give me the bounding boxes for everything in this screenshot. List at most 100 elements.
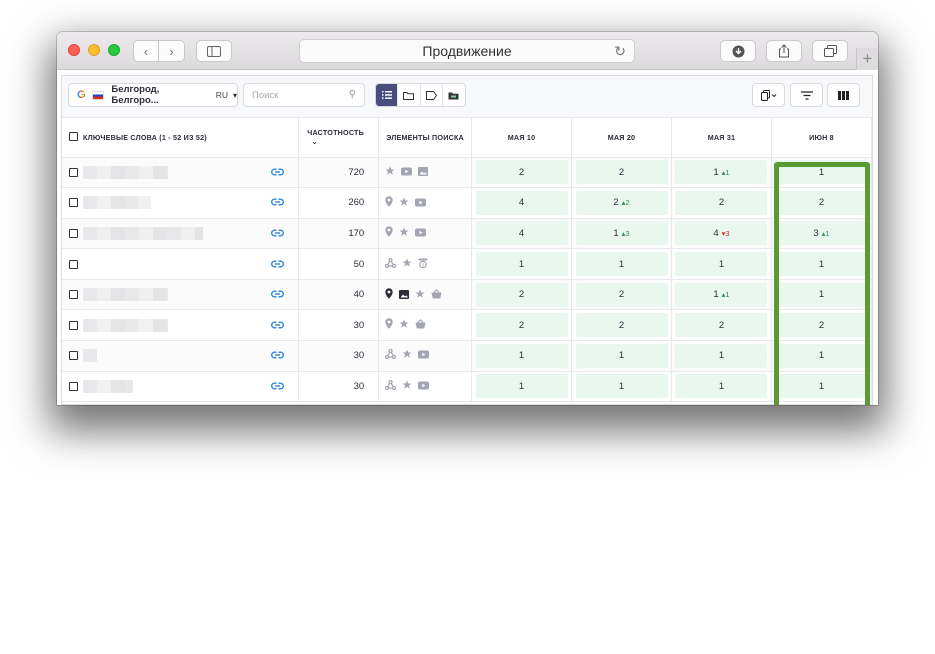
position-value[interactable]: 2 (475, 282, 568, 307)
position-value[interactable]: 3 ▴1 (775, 221, 868, 246)
position-value[interactable]: 2 ▴2 (575, 190, 668, 215)
view-groups-button[interactable] (443, 84, 465, 106)
downloads-button[interactable] (720, 40, 756, 62)
sort-chevron-down-icon[interactable]: ⌄ (311, 137, 318, 146)
position-cell: 1 (771, 157, 873, 189)
close-window-button[interactable] (68, 44, 80, 56)
position-value[interactable]: 2 (575, 282, 668, 307)
table-row[interactable]: 260 4 2 ▴2 2 2 (62, 187, 873, 219)
header-frequency[interactable]: Частотность ⌄ (298, 118, 380, 158)
position-cell: 1 (771, 340, 873, 372)
position-value[interactable]: 1 ▴1 (675, 282, 768, 307)
search-icon[interactable]: ⚲ (349, 89, 356, 100)
position-value[interactable]: 1 (675, 252, 768, 277)
link-icon[interactable] (271, 165, 285, 179)
position-value[interactable]: 4 (475, 190, 568, 215)
address-bar[interactable]: Продвижение ↻ (299, 39, 635, 63)
title-bar: ‹ › Продвижение ↻ + (57, 32, 878, 70)
position-cell: 2 (471, 157, 573, 189)
position-value[interactable]: 1 (775, 374, 868, 399)
sidebar-toggle-button[interactable] (196, 40, 232, 62)
row-checkbox[interactable] (69, 381, 78, 391)
back-button[interactable]: ‹ (134, 41, 160, 61)
view-tags-button[interactable] (421, 84, 443, 106)
position-value[interactable]: 1 (775, 343, 868, 368)
position-value[interactable]: 2 (775, 190, 868, 215)
position-value[interactable]: 1 ▴1 (675, 160, 768, 185)
tab-overview-button[interactable] (812, 40, 848, 62)
image-icon (418, 166, 429, 179)
link-icon[interactable] (271, 318, 285, 332)
position-cell: 4 ▾3 (671, 218, 772, 250)
row-checkbox[interactable] (69, 167, 78, 177)
new-tab-button[interactable]: + (856, 48, 878, 70)
select-all-checkbox[interactable] (69, 132, 78, 142)
frequency-cell: 30 (298, 309, 380, 342)
link-icon[interactable] (271, 287, 285, 301)
position-number: 1 (818, 166, 825, 178)
share-button[interactable] (766, 40, 802, 62)
position-value[interactable]: 1 (775, 160, 868, 185)
table-row[interactable]: 30 2 2 2 2 (62, 309, 873, 342)
video-icon (415, 198, 427, 210)
position-value[interactable]: 1 (675, 374, 768, 399)
position-value[interactable]: 1 ▴3 (575, 221, 668, 246)
row-checkbox[interactable] (69, 198, 78, 208)
row-checkbox[interactable] (69, 228, 78, 238)
position-value[interactable]: 1 (675, 343, 768, 368)
row-checkbox[interactable] (69, 259, 78, 269)
position-value[interactable]: 2 (575, 313, 668, 338)
copy-button[interactable] (752, 83, 785, 107)
link-icon[interactable] (271, 195, 285, 209)
position-value[interactable]: 2 (775, 313, 868, 338)
position-number: 2 (618, 319, 625, 331)
view-folders-button[interactable] (398, 84, 421, 106)
table-header-row: Ключевые слова (1 - 52 из 52) Частотност… (62, 118, 873, 158)
row-checkbox[interactable] (69, 320, 78, 330)
position-value[interactable]: 1 (575, 343, 668, 368)
table-row[interactable]: 40 2 2 1 ▴1 1 (62, 279, 873, 311)
position-value[interactable]: 1 (575, 252, 668, 277)
position-value[interactable]: 2 (475, 313, 568, 338)
columns-button[interactable] (827, 83, 860, 107)
table-row[interactable]: 30 1 1 1 1 (62, 371, 873, 403)
link-icon[interactable] (271, 226, 285, 240)
search-input[interactable] (252, 89, 344, 101)
table-row[interactable]: 50 $1 1 1 1 (62, 248, 873, 280)
table-row[interactable]: 170 4 1 ▴3 4 ▾3 3 ▴1 (62, 218, 873, 250)
position-value[interactable]: 1 (475, 343, 568, 368)
position-value[interactable]: 1 (475, 252, 568, 277)
position-value[interactable]: 2 (675, 190, 768, 215)
reload-icon[interactable]: ↻ (614, 43, 626, 60)
russia-flag-icon (91, 90, 105, 100)
view-list-button[interactable] (376, 84, 399, 106)
position-up-delta: ▴1 (721, 167, 730, 177)
row-checkbox[interactable] (69, 290, 78, 300)
table-row[interactable]: 30 1 1 1 1 (62, 340, 873, 372)
minimize-window-button[interactable] (88, 44, 100, 56)
position-value[interactable]: 1 (775, 282, 868, 307)
region-selector[interactable]: G Белгород, Белгоро... RU ▾ (68, 83, 238, 107)
position-value[interactable]: 1 (475, 374, 568, 399)
svg-text:$: $ (422, 262, 425, 268)
position-value[interactable]: 4 ▾3 (675, 221, 768, 246)
position-cell: 1 (671, 248, 772, 280)
position-value[interactable]: 4 (475, 221, 568, 246)
filter-button[interactable] (790, 83, 823, 107)
link-icon[interactable] (271, 348, 285, 362)
position-value[interactable]: 1 (775, 252, 868, 277)
position-value[interactable]: 1 (575, 374, 668, 399)
position-value[interactable]: 2 (475, 160, 568, 185)
forward-button[interactable]: › (159, 41, 184, 61)
link-icon[interactable] (271, 379, 285, 393)
header-date-1: Мая 10 (471, 118, 573, 158)
table-row[interactable]: 720 2 2 1 ▴1 1 (62, 157, 873, 189)
link-icon[interactable] (271, 257, 285, 271)
zoom-window-button[interactable] (108, 44, 120, 56)
position-value[interactable]: 2 (675, 313, 768, 338)
position-value[interactable]: 2 (575, 160, 668, 185)
position-number: 2 (618, 166, 625, 178)
position-number: 2 (718, 197, 725, 209)
position-cell: 4 (471, 187, 573, 219)
row-checkbox[interactable] (69, 351, 78, 361)
